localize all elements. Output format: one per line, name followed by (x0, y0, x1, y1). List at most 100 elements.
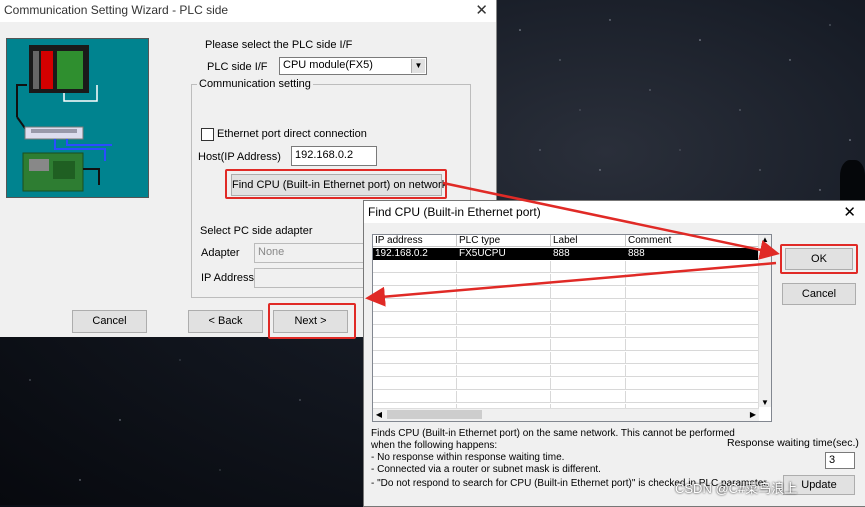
cell-ip: 192.168.0.2 (373, 248, 457, 260)
back-button[interactable]: < Back (188, 310, 263, 333)
empty-cell (457, 300, 551, 312)
ethernet-direct-label: Ethernet port direct connection (217, 128, 367, 140)
cancel-button-label: Cancel (92, 315, 127, 327)
cancel-button[interactable]: Cancel (72, 310, 147, 333)
scroll-thumb[interactable] (387, 410, 482, 419)
empty-table-row (373, 352, 759, 364)
empty-table-row (373, 326, 759, 338)
find-cancel-button[interactable]: Cancel (782, 283, 856, 305)
chevron-down-icon[interactable]: ▼ (411, 59, 425, 73)
empty-cell (373, 339, 457, 351)
column-header[interactable]: PLC type (457, 235, 551, 247)
ip-address-label: IP Address (201, 272, 254, 284)
wizard-title: Communication Setting Wizard - PLC side (4, 3, 229, 17)
empty-cell (626, 261, 759, 273)
plc-side-if-select[interactable]: CPU module(FX5) ▼ (279, 57, 427, 75)
column-header[interactable]: IP address (373, 235, 457, 247)
vertical-scrollbar[interactable]: ▲ ▼ (758, 235, 771, 407)
find-dialog-title-bar: Find CPU (Built-in Ethernet port) ✕ (364, 201, 865, 223)
info-line-1: Finds CPU (Built-in Ethernet port) on th… (371, 428, 735, 439)
empty-cell (551, 365, 626, 377)
empty-cell (551, 313, 626, 325)
ip-address-input[interactable] (254, 268, 366, 288)
scroll-left-icon[interactable]: ◀ (373, 410, 385, 419)
empty-cell (457, 391, 551, 403)
cell-label: 888 (551, 248, 626, 260)
empty-cell (551, 391, 626, 403)
empty-table-row (373, 274, 759, 286)
plc-if-prompt: Please select the PLC side I/F (205, 39, 353, 51)
empty-cell (551, 352, 626, 364)
empty-cell (457, 352, 551, 364)
ok-highlight (780, 244, 858, 274)
empty-cell (373, 274, 457, 286)
find-cancel-button-label: Cancel (801, 288, 837, 300)
empty-table-row (373, 391, 759, 403)
cpu-list-table[interactable]: IP address PLC type Label Comment 192.16… (372, 234, 772, 422)
empty-cell (457, 313, 551, 325)
empty-table-row (373, 365, 759, 377)
empty-table-row (373, 378, 759, 390)
connection-diagram (6, 38, 149, 198)
scroll-right-icon[interactable]: ▶ (747, 410, 759, 419)
empty-cell (457, 365, 551, 377)
empty-table-row (373, 287, 759, 299)
empty-cell (373, 300, 457, 312)
cell-comment: 888 (626, 248, 759, 260)
plc-network-illustration (16, 45, 112, 192)
response-time-input[interactable]: 3 (825, 452, 855, 469)
empty-cell (373, 391, 457, 403)
cell-plc-type: FX5UCPU (457, 248, 551, 260)
host-ip-input[interactable]: 192.168.0.2 (291, 146, 377, 166)
empty-cell (626, 378, 759, 390)
column-header[interactable]: Comment (626, 235, 759, 247)
empty-cell (551, 300, 626, 312)
horizontal-scrollbar[interactable]: ◀ ▶ (373, 408, 759, 421)
watermark: CSDN @C#菜鸟浪上 (675, 481, 798, 496)
plc-side-if-label: PLC side I/F (207, 61, 268, 73)
response-time-label: Response waiting time(sec.) (727, 437, 859, 449)
empty-table-row (373, 339, 759, 351)
adapter-label: Adapter (201, 247, 240, 259)
empty-cell (457, 261, 551, 273)
tree-silhouette (840, 160, 865, 200)
empty-cell (626, 326, 759, 338)
find-dialog-title: Find CPU (Built-in Ethernet port) (368, 205, 541, 219)
empty-cell (457, 274, 551, 286)
empty-cell (626, 339, 759, 351)
host-ip-value: 192.168.0.2 (295, 149, 354, 161)
communication-setting-label: Communication setting (197, 78, 313, 90)
plc-side-if-value: CPU module(FX5) (283, 59, 373, 71)
empty-cell (551, 378, 626, 390)
empty-cell (373, 365, 457, 377)
adapter-select[interactable]: None (254, 243, 366, 263)
wizard-title-bar: Communication Setting Wizard - PLC side … (0, 0, 496, 22)
empty-cell (373, 352, 457, 364)
empty-cell (551, 287, 626, 299)
empty-cell (373, 287, 457, 299)
close-icon[interactable]: ✕ (843, 203, 856, 221)
empty-cell (626, 274, 759, 286)
table-header: IP address PLC type Label Comment (373, 235, 771, 247)
empty-cell (551, 261, 626, 273)
next-highlight (268, 303, 356, 339)
empty-table-row (373, 300, 759, 312)
empty-cell (551, 326, 626, 338)
info-line-3: - No response within response waiting ti… (371, 452, 565, 463)
pc-adapter-label: Select PC side adapter (200, 225, 313, 237)
close-icon[interactable]: ✕ (475, 1, 488, 19)
empty-cell (626, 352, 759, 364)
empty-cell (457, 378, 551, 390)
empty-cell (373, 261, 457, 273)
find-cpu-highlight (225, 169, 447, 199)
table-row[interactable]: 192.168.0.2 FX5UCPU 888 888 (373, 248, 759, 260)
scroll-up-icon[interactable]: ▲ (759, 235, 771, 244)
column-header[interactable]: Label (551, 235, 626, 247)
scroll-down-icon[interactable]: ▼ (759, 398, 771, 407)
response-time-value: 3 (829, 454, 836, 466)
empty-cell (457, 339, 551, 351)
info-line-4: - Connected via a router or subnet mask … (371, 464, 601, 475)
empty-cell (373, 378, 457, 390)
ethernet-direct-checkbox[interactable] (201, 128, 214, 141)
info-line-2: when the following happens: (371, 440, 498, 451)
